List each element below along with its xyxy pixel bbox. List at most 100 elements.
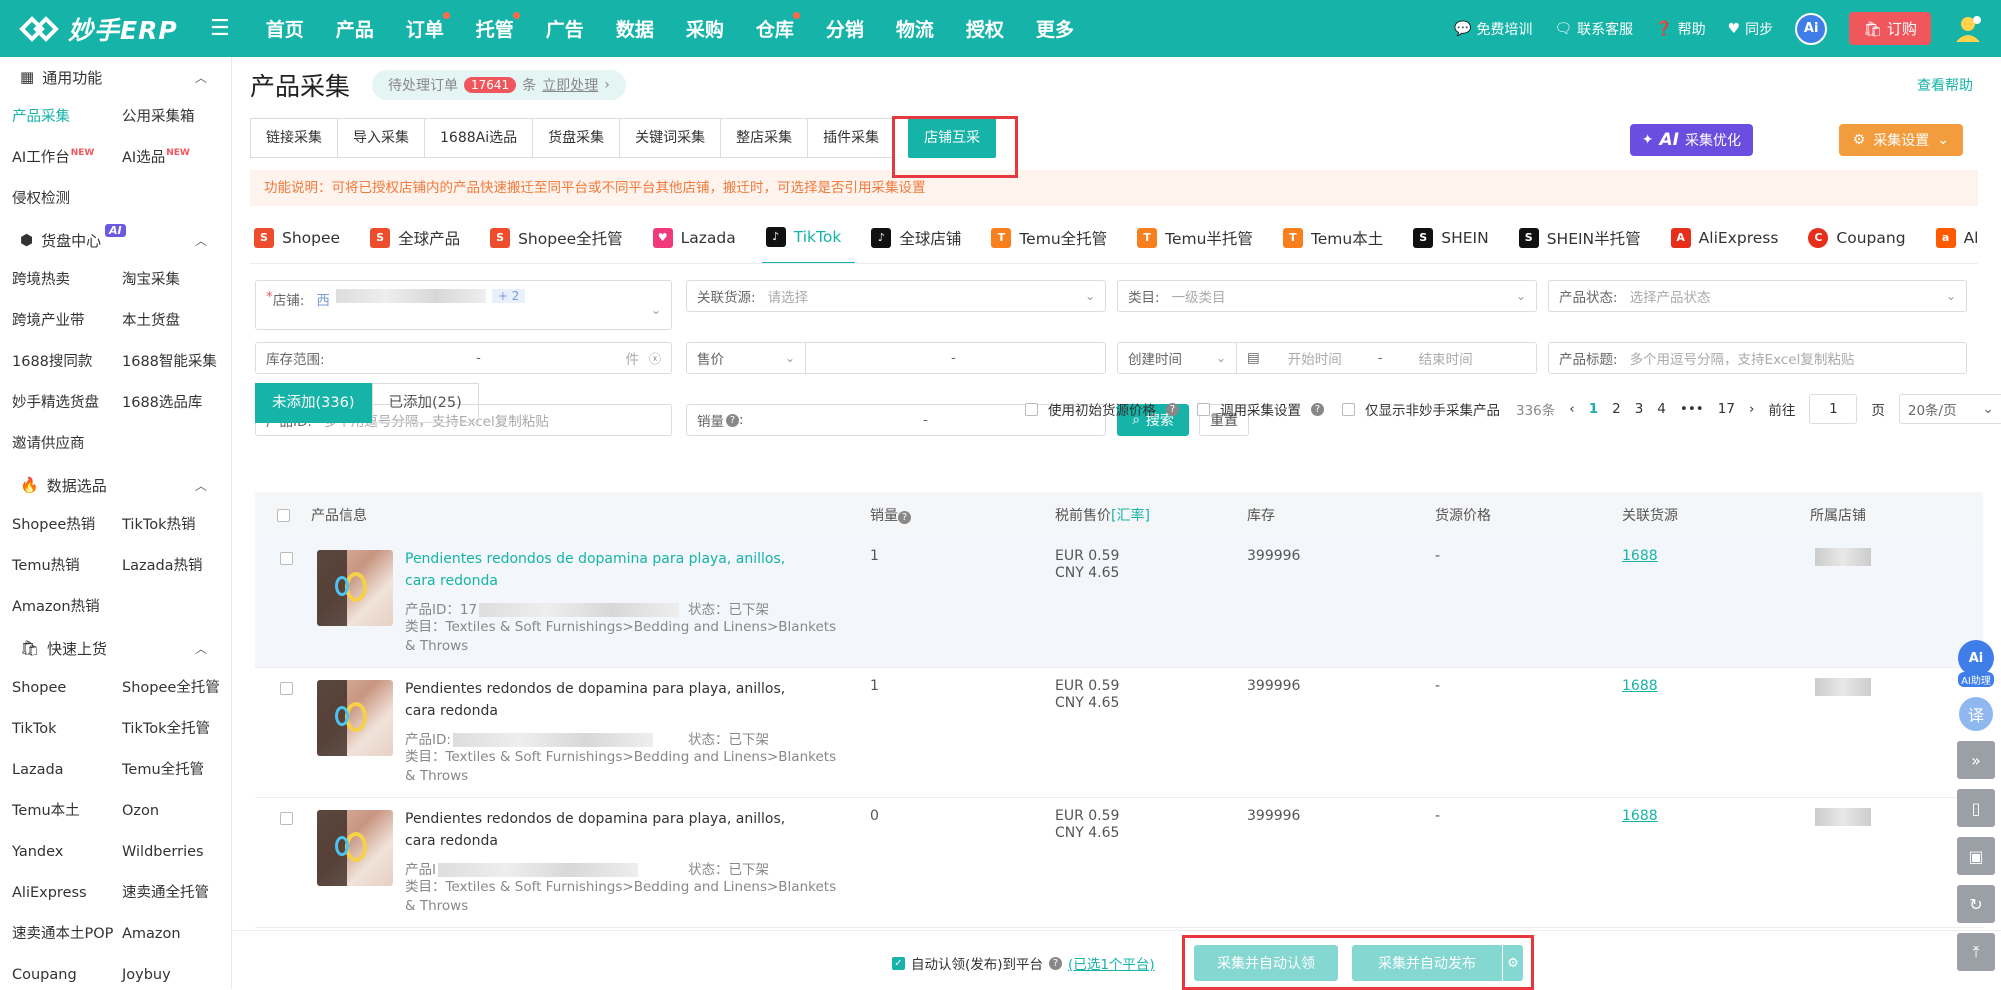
platform-tab-shopee[interactable]: S Shopee [250, 212, 354, 263]
sidebar-item[interactable]: Ozon [122, 791, 231, 832]
platform-tab-global-shop[interactable]: ♪ 全球店铺 [867, 212, 975, 263]
row-checkbox[interactable] [280, 682, 293, 695]
tab-plugin-collect[interactable]: 插件采集 [807, 118, 896, 158]
sidebar-item[interactable]: Yandex [12, 832, 122, 873]
product-title-link[interactable]: Pendientes redondos de dopamina para pla… [405, 678, 805, 722]
sidebar-section-data[interactable]: 🔥 数据选品 ︿ [0, 465, 231, 505]
platform-tab-temu-full[interactable]: T Temu全托管 [987, 212, 1121, 263]
sidebar-item[interactable]: TikTok全托管 [122, 709, 231, 750]
nav-item-distribution[interactable]: 分销 [810, 15, 880, 42]
ai-assistant-icon[interactable]: Ai [1958, 640, 1994, 676]
sidebar-item[interactable]: TikTok [12, 709, 122, 750]
sidebar-item-public-box[interactable]: 公用采集箱 [122, 97, 231, 138]
nav-item-ads[interactable]: 广告 [530, 15, 600, 42]
category-select[interactable]: 类目: 一级类目 ⌄ [1117, 280, 1537, 312]
publish-settings-gear-icon[interactable]: ⚙ [1503, 945, 1523, 981]
platform-tab-tiktok[interactable]: ♪ TikTok [761, 212, 856, 263]
ai-optimize-button[interactable]: ✦ AI 采集优化 [1629, 124, 1753, 156]
source-link[interactable]: 1688 [1622, 808, 1658, 824]
source-select[interactable]: 关联货源: 请选择 ⌄ [686, 280, 1106, 312]
brand-logo[interactable]: 妙手ERP [0, 11, 200, 47]
sidebar-item[interactable]: 速卖通本土POP [12, 914, 122, 955]
sidebar-item[interactable]: 本土货盘 [122, 301, 231, 342]
source-link[interactable]: 1688 [1622, 548, 1658, 564]
sidebar-item[interactable]: Joybuy [122, 955, 231, 989]
platform-tab-shopee-full[interactable]: S Shopee全托管 [486, 212, 637, 263]
exchange-rate-link[interactable]: [汇率] [1111, 508, 1150, 524]
row-checkbox[interactable] [280, 552, 293, 565]
sidebar-item[interactable]: 邀请供应商 [12, 424, 122, 465]
ai-badge-icon[interactable]: Ai [1795, 12, 1828, 45]
platform-tab-coupang[interactable]: C Coupang [1804, 212, 1919, 263]
sidebar-item[interactable]: Amazon热销 [12, 587, 122, 628]
table-row[interactable]: Pendientes redondos de dopamina para pla… [255, 668, 1983, 798]
table-row[interactable]: Pendientes redondos de dopamina para pla… [255, 798, 1983, 928]
product-thumbnail[interactable] [317, 810, 393, 886]
platform-tab-shein[interactable]: S SHEIN [1409, 212, 1502, 263]
user-avatar-icon[interactable] [1953, 14, 1983, 44]
sidebar-item[interactable]: 1688选品库 [122, 383, 231, 424]
platform-tab-allegro[interactable]: a Allegro [1932, 212, 1978, 263]
prev-page-icon[interactable]: ‹ [1569, 401, 1574, 417]
sync-link[interactable]: ♥ 同步 [1728, 19, 1774, 39]
platform-tab-temu-local[interactable]: T Temu本土 [1279, 212, 1397, 263]
platform-tab-lazada[interactable]: ♥ Lazada [649, 212, 750, 263]
selected-platforms-link[interactable]: (已选1个平台) [1068, 953, 1155, 973]
product-title-link[interactable]: Pendientes redondos de dopamina para pla… [405, 808, 805, 852]
sidebar-item-ai-workbench[interactable]: AI工作台NEW [12, 138, 122, 179]
sidebar-item[interactable]: 速卖通全托管 [122, 873, 231, 914]
page-2[interactable]: 2 [1612, 401, 1621, 417]
nav-item-order[interactable]: 订单 [390, 12, 460, 42]
back-to-top-icon[interactable]: ⤒ [1957, 933, 1995, 971]
sidebar-item[interactable]: Shopee热销 [12, 505, 122, 546]
sidebar-item[interactable]: 淘宝采集 [122, 260, 231, 301]
status-select[interactable]: 产品状态: 选择产品状态 ⌄ [1548, 280, 1967, 312]
mobile-icon[interactable]: ▯ [1957, 789, 1995, 827]
product-title-link[interactable]: Pendientes redondos de dopamina para pla… [405, 548, 805, 592]
nav-item-more[interactable]: 更多 [1020, 15, 1090, 42]
sidebar-item[interactable]: Temu热销 [12, 546, 122, 587]
refresh-icon[interactable]: ↻ [1957, 885, 1995, 923]
title-search-input[interactable]: 产品标题: 多个用逗号分隔，支持Excel复制粘贴 [1548, 342, 1967, 374]
auto-claim-checkbox[interactable]: ✓ [892, 956, 905, 970]
sidebar-item[interactable]: 跨境热卖 [12, 260, 122, 301]
platform-tab-shein-half[interactable]: S SHEIN半托管 [1515, 212, 1655, 263]
platform-tab-temu-half[interactable]: T Temu半托管 [1133, 212, 1267, 263]
nav-item-data[interactable]: 数据 [600, 15, 670, 42]
page-4[interactable]: 4 [1657, 401, 1666, 417]
use-collect-settings-checkbox[interactable] [1197, 402, 1210, 416]
date-range-picker[interactable]: ▤ 开始时间 - 结束时间 [1236, 342, 1537, 374]
store-select[interactable]: * 店铺: 西 + 2 ⌄ [255, 280, 672, 330]
sidebar-item-infringement[interactable]: 侵权检测 [12, 179, 122, 220]
page-3[interactable]: 3 [1635, 401, 1644, 417]
sidebar-item-ai-select[interactable]: AI选品NEW [122, 138, 231, 179]
tab-supply-collect[interactable]: 货盘采集 [532, 118, 621, 158]
nav-item-hosting[interactable]: 托管 [460, 12, 530, 42]
view-help-link[interactable]: 查看帮助 [1917, 75, 1973, 95]
nav-item-auth[interactable]: 授权 [950, 15, 1020, 42]
sidebar-item[interactable]: TikTok热销 [122, 505, 231, 546]
sidebar-section-supply[interactable]: ⬢ 货盘中心 AI ︿ [0, 220, 231, 260]
page-size-select[interactable]: 20条/页 ⌄ [1898, 394, 2001, 424]
use-initial-price-checkbox[interactable] [1025, 402, 1038, 416]
source-link[interactable]: 1688 [1622, 678, 1658, 694]
sidebar-item[interactable]: 跨境产业带 [12, 301, 122, 342]
sidebar-item[interactable]: Shopee全托管 [122, 668, 231, 709]
sidebar-item[interactable]: Temu全托管 [122, 750, 231, 791]
row-checkbox[interactable] [280, 812, 293, 825]
tab-store-collect[interactable]: 整店采集 [720, 118, 809, 158]
sidebar-item[interactable]: 1688搜同款 [12, 342, 122, 383]
help-link[interactable]: ❓ 帮助 [1655, 19, 1705, 39]
page-ellipsis[interactable]: ••• [1680, 401, 1704, 417]
double-chevron-right-icon[interactable]: » [1957, 741, 1995, 779]
sidebar-item[interactable]: Wildberries [122, 832, 231, 873]
sidebar-item[interactable]: Shopee [12, 668, 122, 709]
select-all-checkbox[interactable] [277, 508, 290, 522]
sidebar-item[interactable]: Coupang [12, 955, 122, 989]
sidebar-item[interactable]: 妙手精选货盘 [12, 383, 122, 424]
sidebar-item[interactable]: Amazon [122, 914, 231, 955]
nav-item-warehouse[interactable]: 仓库 [740, 12, 810, 42]
tab-import-collect[interactable]: 导入采集 [337, 118, 425, 158]
date-type-select[interactable]: 创建时间 ⌄ [1117, 342, 1237, 374]
goto-page-input[interactable]: 1 [1809, 394, 1858, 424]
